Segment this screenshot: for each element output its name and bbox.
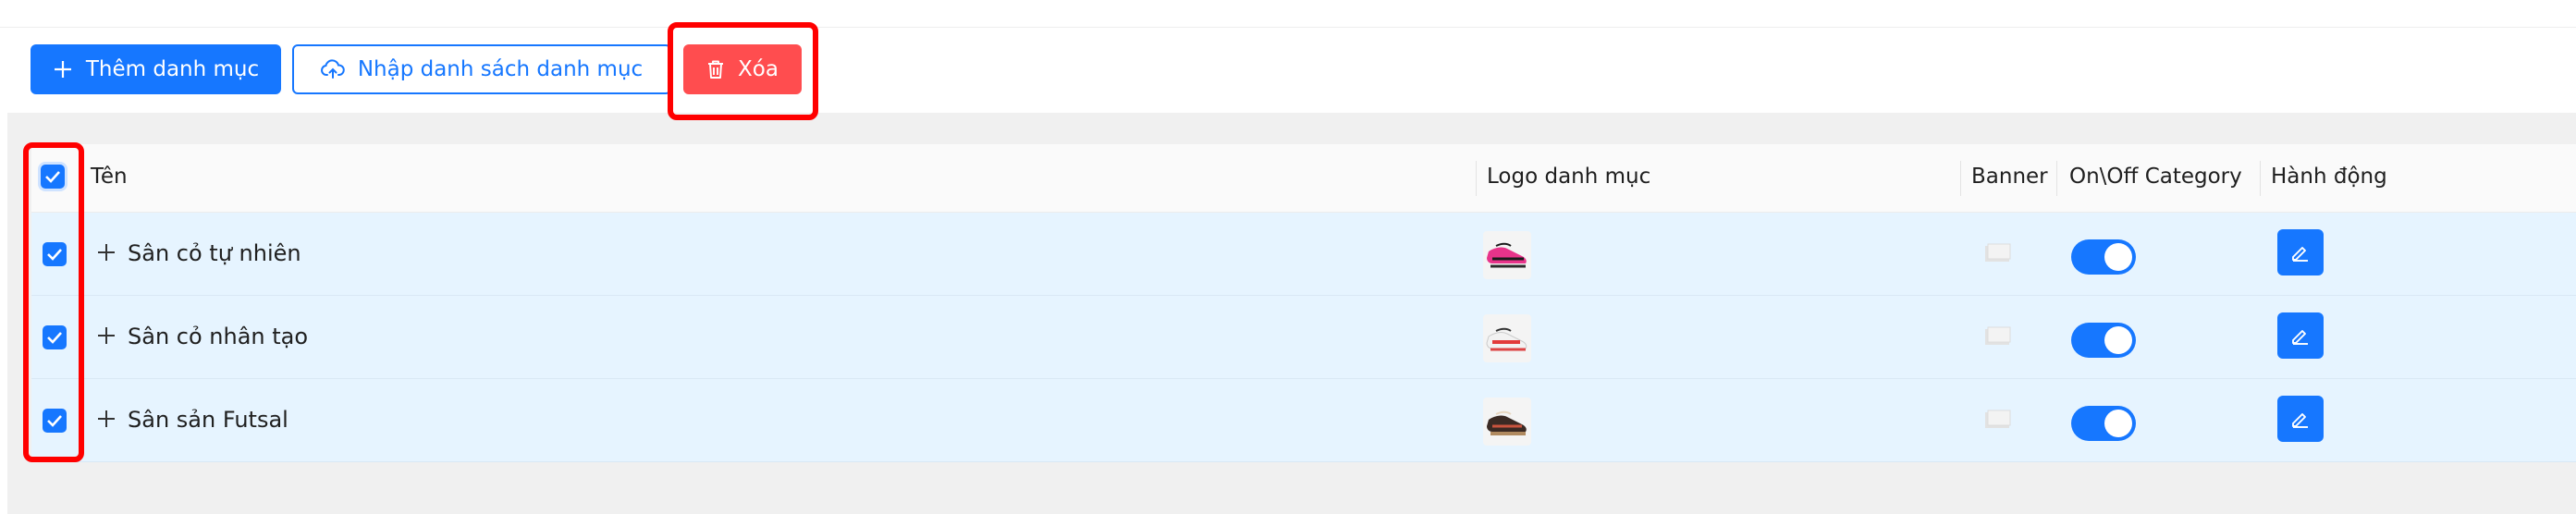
category-toggle-switch[interactable]	[2071, 323, 2136, 358]
image-placeholder-icon	[1985, 326, 2011, 345]
red-white-football-boot-image	[1486, 327, 1527, 351]
row-checkbox[interactable]	[43, 409, 67, 433]
column-header-banner: Banner	[1971, 165, 2048, 189]
plus-icon	[54, 61, 71, 78]
top-strip	[0, 0, 2576, 28]
category-name: Sân cỏ nhân tạo	[128, 324, 309, 349]
image-placeholder-icon	[1985, 243, 2011, 262]
banner-placeholder-image	[1984, 410, 2012, 430]
check-icon	[45, 171, 60, 183]
toolbar: Thêm danh mục Nhập danh sách danh mục Xó…	[0, 28, 2576, 113]
column-header-actions: Hành động	[2271, 165, 2387, 189]
edit-category-button[interactable]	[2277, 396, 2324, 442]
select-all-checkbox[interactable]	[41, 165, 65, 189]
cloud-upload-icon	[320, 59, 345, 79]
import-category-list-button[interactable]: Nhập danh sách danh mục	[292, 44, 671, 94]
delete-button[interactable]: Xóa	[683, 44, 802, 94]
column-divider	[1476, 161, 1477, 196]
brown-futsal-shoe-image	[1487, 410, 1527, 435]
category-logo-image	[1483, 314, 1531, 362]
category-toggle-switch[interactable]	[2071, 406, 2136, 441]
import-category-list-label: Nhập danh sách danh mục	[357, 57, 644, 81]
expand-row-icon[interactable]	[96, 409, 117, 429]
image-placeholder-icon	[1985, 410, 2011, 428]
table-row: Sân cỏ tự nhiên	[31, 213, 2576, 296]
category-name: Sân sản Futsal	[128, 407, 288, 433]
edit-category-button[interactable]	[2277, 312, 2324, 359]
category-logo-image	[1483, 231, 1531, 279]
column-divider	[2260, 161, 2261, 196]
column-header-logo: Logo danh mục	[1487, 165, 1651, 189]
expand-row-icon[interactable]	[96, 325, 117, 346]
delete-label: Xóa	[738, 57, 779, 81]
column-divider	[2056, 161, 2057, 196]
pencil-icon	[2292, 247, 2308, 262]
banner-placeholder-image	[1984, 243, 2012, 263]
add-category-label: Thêm danh mục	[85, 57, 260, 81]
banner-placeholder-image	[1984, 326, 2012, 347]
column-header-toggle: On\Off Category	[2069, 165, 2242, 189]
trash-icon	[708, 60, 724, 79]
column-divider	[1960, 161, 1961, 196]
pencil-icon	[2292, 330, 2308, 345]
check-icon	[47, 415, 62, 427]
column-header-name: Tên	[91, 165, 128, 189]
pink-football-boot-image	[1487, 242, 1527, 268]
category-name: Sân cỏ tự nhiên	[128, 240, 301, 266]
row-checkbox[interactable]	[43, 242, 67, 266]
category-toggle-switch[interactable]	[2071, 239, 2136, 275]
table-header: Tên Logo danh mục Banner On\Off Category…	[31, 144, 2576, 213]
expand-row-icon[interactable]	[96, 242, 117, 263]
add-category-button[interactable]: Thêm danh mục	[31, 44, 281, 94]
pencil-icon	[2292, 413, 2308, 428]
edit-category-button[interactable]	[2277, 229, 2324, 275]
table-row: Sân sản Futsal	[31, 379, 2576, 462]
category-logo-image	[1483, 398, 1531, 446]
table-row: Sân cỏ nhân tạo	[31, 296, 2576, 379]
row-checkbox[interactable]	[43, 325, 67, 349]
check-icon	[47, 249, 62, 261]
check-icon	[47, 332, 62, 344]
